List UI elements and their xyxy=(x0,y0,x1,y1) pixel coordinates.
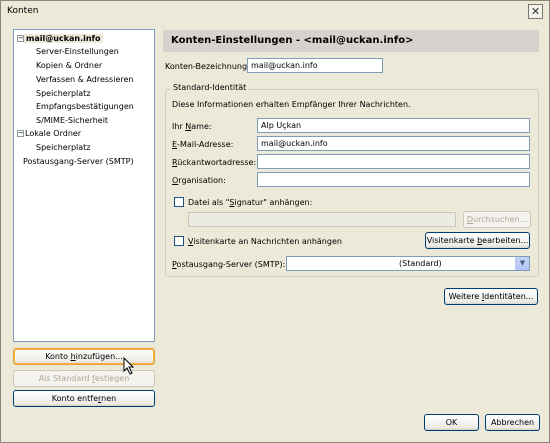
tree-item-server-settings[interactable]: Server-Einstellungen xyxy=(36,46,119,57)
remove-account-button[interactable]: Konto entfernen xyxy=(13,390,155,407)
vcard-label: Visitenkarte an Nachrichten anhängen xyxy=(188,237,342,246)
tree-item-local-folders[interactable]: Lokale Ordner xyxy=(25,128,81,139)
tree-item-label: Lokale Ordner xyxy=(25,129,82,138)
reply-to-field[interactable] xyxy=(257,154,530,169)
name-field[interactable]: Alp Uçkan xyxy=(257,118,530,133)
settings-header: Konten-Einstellungen - <mail@uckan.info> xyxy=(163,30,539,52)
accounts-dialog: Konten ✕ − mail@uckan.info Server-Einste… xyxy=(0,0,550,443)
tree-item-label: Server-Einstellungen xyxy=(36,47,119,56)
smtp-select[interactable]: (Standard) ▼ xyxy=(286,256,530,271)
title-bar: Konten ✕ xyxy=(1,1,549,23)
tree-item-outgoing-server[interactable]: Postausgang-Server (SMTP) xyxy=(23,156,134,167)
reply-to-label: Rückantwortadresse: xyxy=(172,158,257,167)
signature-file-field[interactable] xyxy=(188,212,456,227)
name-label: Ihr Name: xyxy=(172,122,212,131)
tree-item-label: mail@uckan.info xyxy=(24,34,103,43)
account-name-field[interactable]: mail@uckan.info xyxy=(247,58,383,73)
ok-button[interactable]: OK xyxy=(424,414,479,431)
tree-item-copies-folders[interactable]: Kopien & Ordner xyxy=(36,60,102,71)
account-name-label: Konten-Bezeichnung: xyxy=(165,62,250,71)
tree-item-label: S/MIME-Sicherheit xyxy=(36,116,109,125)
signature-checkbox[interactable] xyxy=(174,197,184,207)
tree-item-label: Speicherplatz xyxy=(36,143,91,152)
signature-label: Datei als "Signatur" anhängen: xyxy=(188,198,313,207)
browse-button[interactable]: Durchsuchen... xyxy=(463,211,531,228)
tree-item-label: Kopien & Ordner xyxy=(36,61,103,70)
collapse-icon[interactable]: − xyxy=(17,35,24,42)
tree-item-local-disk-space[interactable]: Speicherplatz xyxy=(36,142,91,153)
mouse-cursor-icon xyxy=(123,357,135,375)
tree-item-label: Verfassen & Adressieren xyxy=(36,75,134,84)
tree-item-account-mail[interactable]: mail@uckan.info xyxy=(24,33,103,44)
vcard-checkbox[interactable] xyxy=(174,236,184,246)
organization-label: Organisation: xyxy=(172,176,226,185)
tree-item-label: Speicherplatz xyxy=(36,89,91,98)
tree-item-smime[interactable]: S/MIME-Sicherheit xyxy=(36,115,108,126)
organization-field[interactable] xyxy=(257,172,530,187)
more-identities-button[interactable]: Weitere Identitäten... xyxy=(444,288,538,305)
cancel-button[interactable]: Abbrechen xyxy=(485,414,540,431)
identity-description: Diese Informationen erhalten Empfänger I… xyxy=(172,100,411,109)
tree-item-return-receipts[interactable]: Empfangsbestätigungen xyxy=(36,101,134,112)
tree-item-composition[interactable]: Verfassen & Adressieren xyxy=(36,74,133,85)
page-title: Konten-Einstellungen - <mail@uckan.info> xyxy=(171,35,414,46)
edit-vcard-button[interactable]: Visitenkarte bearbeiten... xyxy=(425,232,530,249)
account-tree[interactable]: − mail@uckan.info Server-Einstellungen K… xyxy=(13,29,155,342)
tree-item-disk-space[interactable]: Speicherplatz xyxy=(36,88,91,99)
identity-legend: Standard-Identität xyxy=(171,83,249,92)
close-button[interactable]: ✕ xyxy=(528,4,543,19)
email-label: E-Mail-Adresse: xyxy=(172,140,234,149)
collapse-icon[interactable]: − xyxy=(17,130,24,137)
email-field[interactable]: mail@uckan.info xyxy=(257,136,530,151)
chevron-down-icon[interactable]: ▼ xyxy=(515,257,529,270)
smtp-label: Postausgang-Server (SMTP): xyxy=(172,260,286,269)
tree-item-label: Postausgang-Server (SMTP) xyxy=(23,157,134,166)
close-icon: ✕ xyxy=(530,5,541,18)
window-title: Konten xyxy=(7,6,39,16)
smtp-selected-value: (Standard) xyxy=(399,259,442,268)
tree-item-label: Empfangsbestätigungen xyxy=(36,102,134,111)
